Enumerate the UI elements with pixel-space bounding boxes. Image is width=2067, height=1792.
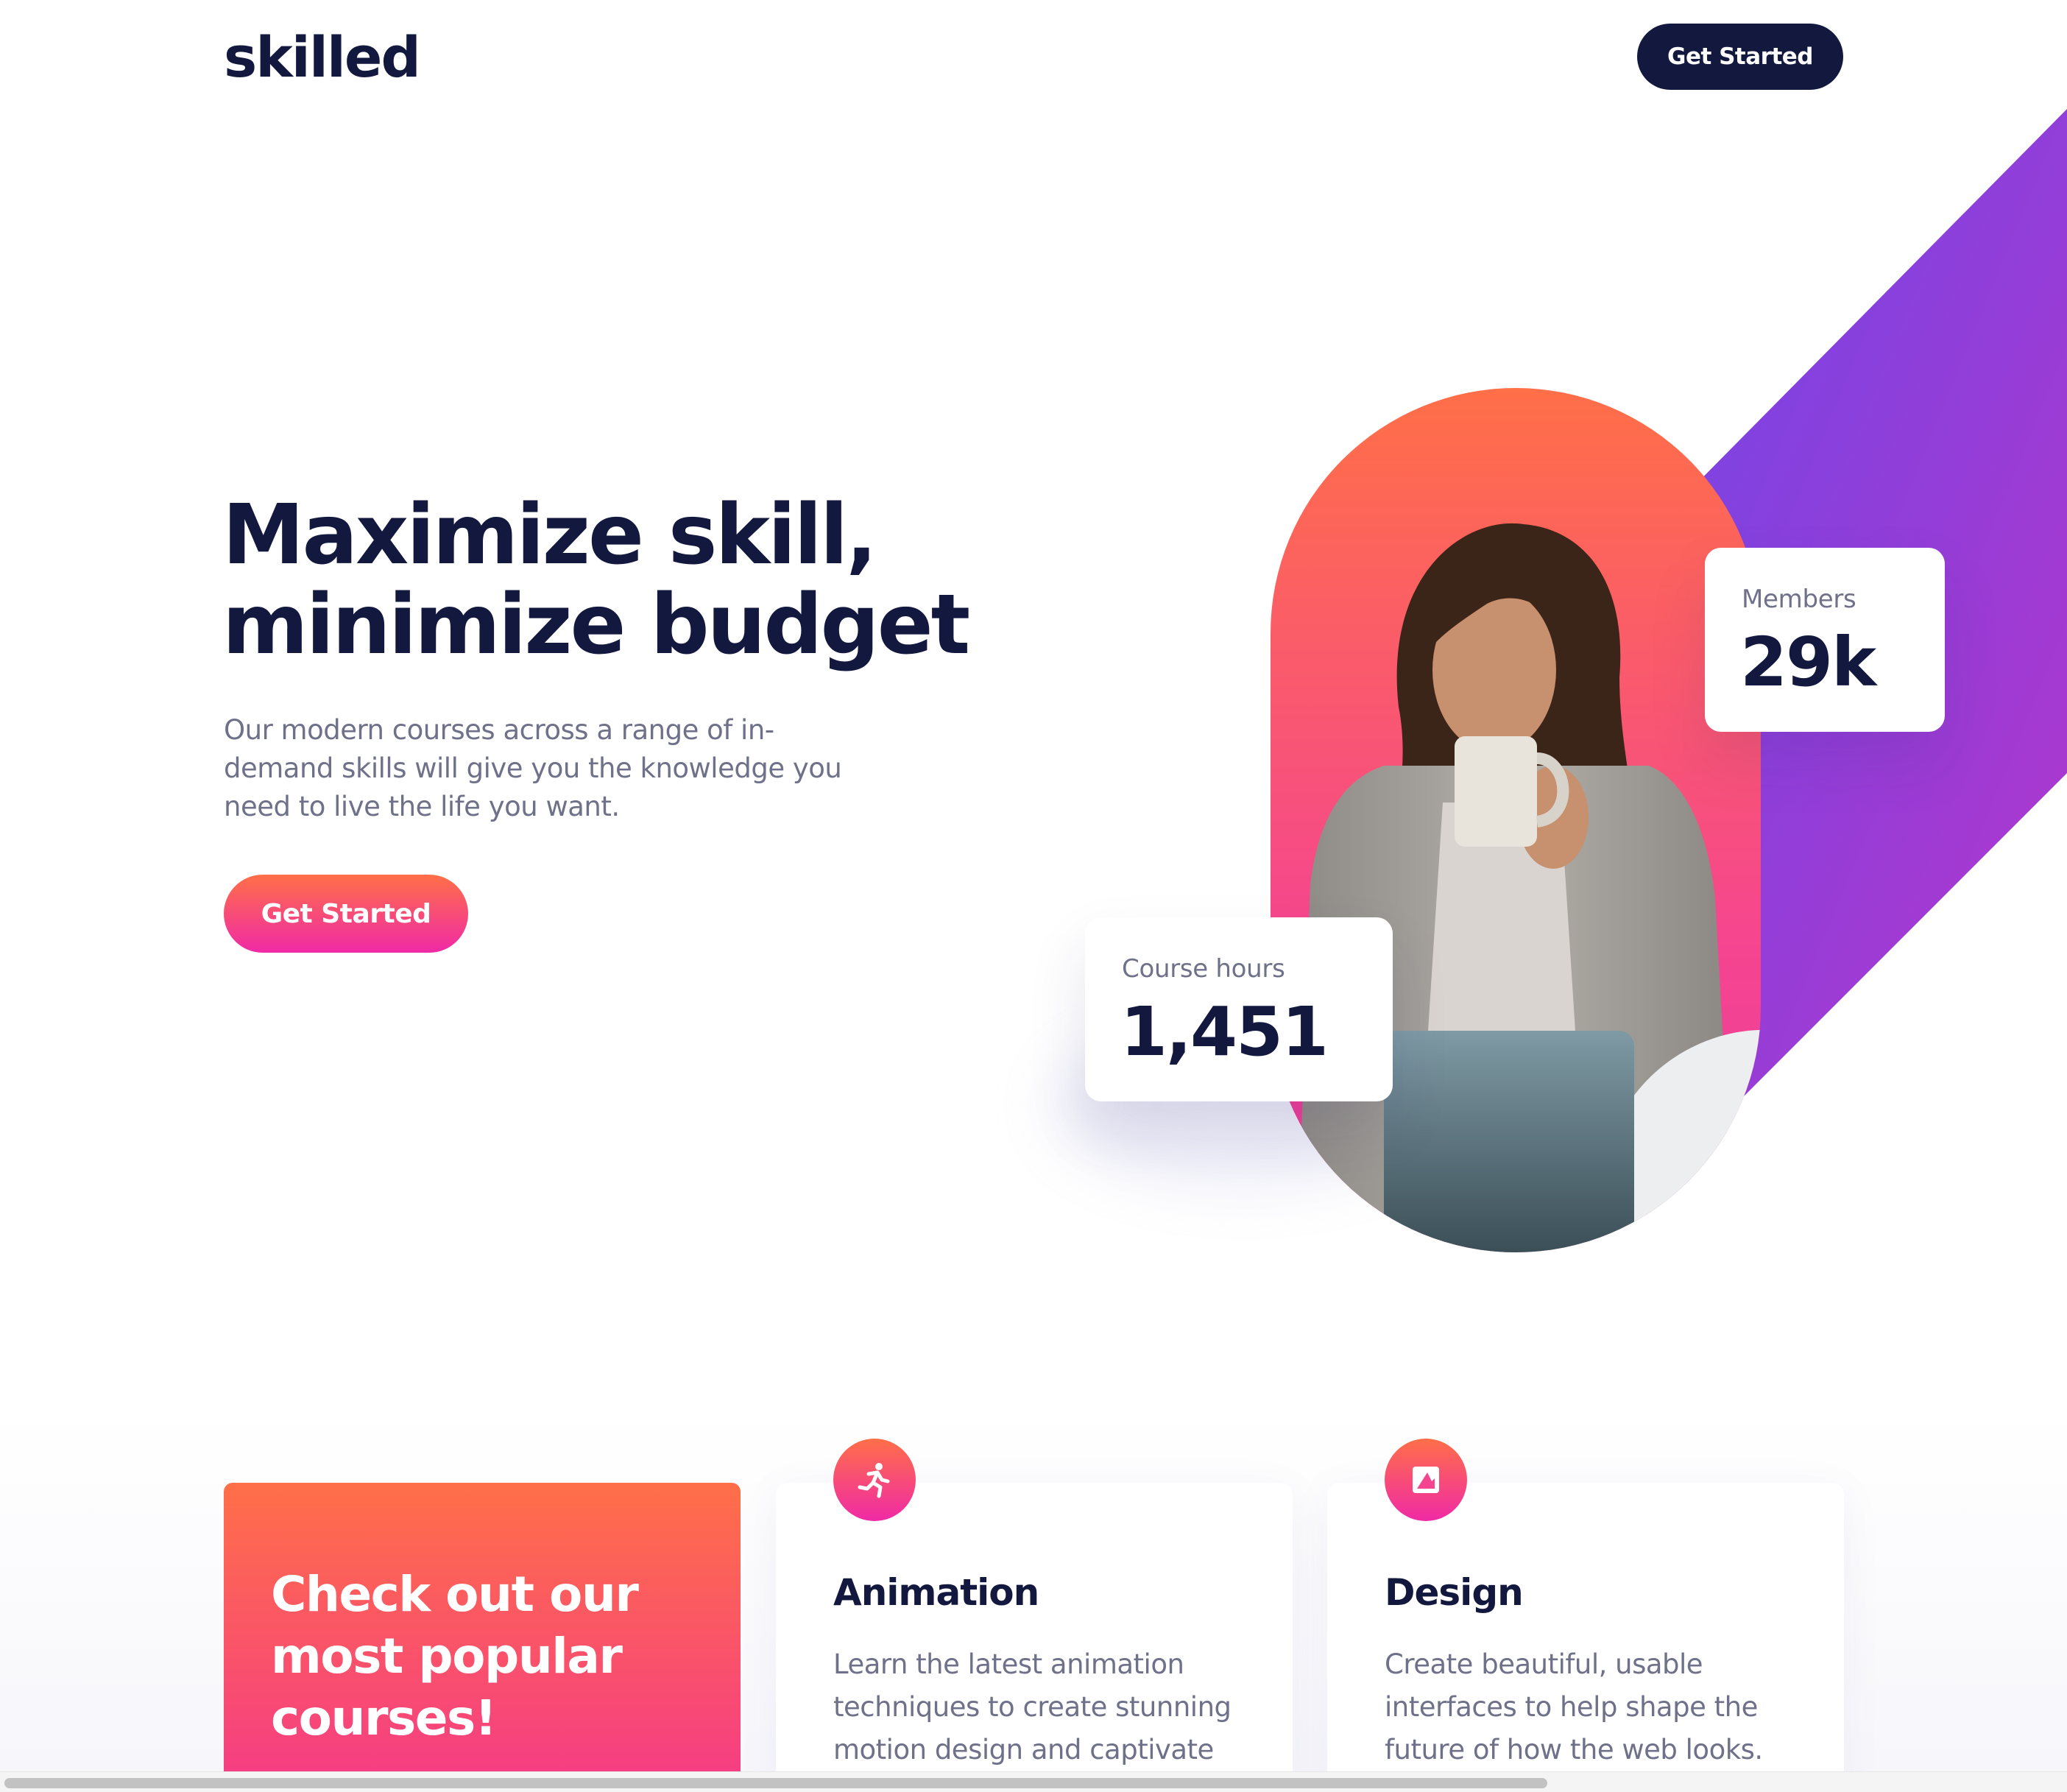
running-figure-icon xyxy=(833,1439,916,1521)
hero-headline-line2: minimize budget xyxy=(222,577,970,673)
header-get-started-button[interactable]: Get Started xyxy=(1637,24,1843,90)
popular-courses-promo-card: Check out our most popular courses! xyxy=(224,1483,741,1792)
hero-get-started-button[interactable]: Get Started xyxy=(224,875,468,953)
horizontal-scrollbar[interactable] xyxy=(0,1771,2067,1792)
hero-headline: Maximize skill, minimize budget xyxy=(222,490,1032,670)
horizontal-scrollbar-thumb[interactable] xyxy=(4,1778,1547,1788)
course-hours-stat-card: Course hours 1,451 xyxy=(1085,917,1393,1101)
photo-frame-pill xyxy=(1271,388,1761,1252)
course-description: Create beautiful, usable interfaces to h… xyxy=(1385,1648,1763,1765)
members-stat-card: Members 29k xyxy=(1705,548,1945,732)
design-square-icon xyxy=(1385,1439,1467,1521)
course-title: Design xyxy=(1385,1571,1524,1614)
brand-logo[interactable]: skilled xyxy=(224,22,421,93)
members-stat-value: 29k xyxy=(1740,623,1876,702)
members-stat-label: Members xyxy=(1742,585,1856,614)
course-description: Learn the latest animation techniques to… xyxy=(833,1648,1232,1765)
landing-page: skilled Get Started Maximize skill, mini… xyxy=(0,0,2067,1792)
course-title: Animation xyxy=(833,1571,1039,1614)
hero-headline-line1: Maximize skill, xyxy=(222,487,877,583)
course-card-design[interactable]: Design Create beautiful, usable interfac… xyxy=(1327,1439,1844,1792)
hero-description: Our modern courses across a range of in-… xyxy=(224,714,842,822)
course-card-animation[interactable]: Animation Learn the latest animation tec… xyxy=(776,1439,1293,1792)
course-hours-stat-label: Course hours xyxy=(1122,954,1285,984)
popular-courses-heading: Check out our most popular courses! xyxy=(271,1566,639,1746)
course-hours-stat-value: 1,451 xyxy=(1120,992,1329,1071)
